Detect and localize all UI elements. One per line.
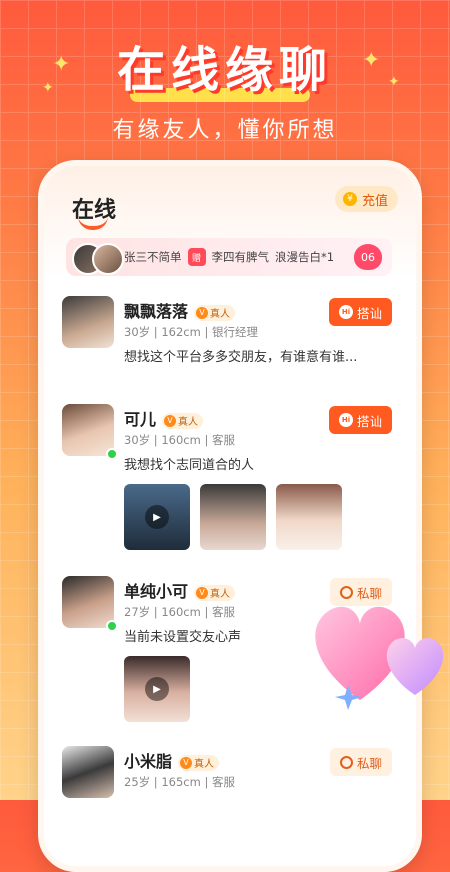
app-header: 在线 ¥ 充值 张三不简单 赠 李四有脾气 浪漫告白*1 06 (44, 166, 416, 278)
user-age: 27岁 (124, 605, 151, 619)
user-message: 我想找个志同道合的人 (124, 458, 255, 473)
coin-icon: ¥ (342, 192, 357, 206)
separator: | (204, 433, 209, 447)
user-name: 小米脂 V 真人 (124, 748, 220, 772)
user-name-text: 单纯小可 (124, 582, 189, 601)
user-name: 单纯小可 V 真人 (124, 578, 236, 602)
photo-thumbnail[interactable] (276, 484, 342, 550)
online-indicator (106, 448, 118, 460)
avatar[interactable] (62, 576, 114, 628)
user-height: 165cm (161, 775, 201, 789)
hero: 在线缘聊 有缘友人，懂你所想 (0, 30, 450, 144)
user-height: 160cm (161, 433, 201, 447)
user-name-text: 可儿 (124, 410, 157, 429)
heart-icon: 06 (354, 244, 382, 270)
verified-badge: V 真人 (178, 754, 220, 771)
verified-label: 真人 (178, 417, 199, 428)
gift-name: 浪漫告白*1 (275, 250, 335, 264)
user-name-text: 飘飘落落 (124, 302, 189, 321)
separator: | (153, 433, 158, 447)
user-message: 想找这个平台多多交朋友，有谁意有谁... (124, 350, 358, 365)
video-thumbnail[interactable]: ▶ (124, 656, 190, 722)
user-card[interactable]: 小米脂 V 真人 25岁 | 165cm | 客服 私聊 (62, 746, 392, 816)
greet-label: 搭讪 (356, 413, 382, 429)
sparkle-icon: ✦ (362, 48, 381, 73)
separator: | (153, 325, 158, 339)
greet-button[interactable]: Hi 搭讪 (328, 298, 392, 326)
hero-subtitle: 有缘友人，懂你所想 (112, 118, 338, 143)
separator: | (204, 325, 209, 339)
gift-ticker[interactable]: 张三不简单 赠 李四有脾气 浪漫告白*1 06 (66, 238, 392, 276)
verified-badge: V 真人 (194, 584, 236, 601)
user-height: 162cm (161, 325, 201, 339)
user-age: 25岁 (124, 775, 151, 789)
avatar[interactable] (62, 746, 114, 798)
user-meta: 30岁 | 162cm | 银行经理 (124, 324, 258, 340)
chat-icon (339, 755, 353, 769)
greet-label: 搭讪 (356, 305, 382, 321)
user-meta: 25岁 | 165cm | 客服 (124, 774, 235, 790)
phone-frame: 在线 ¥ 充值 张三不简单 赠 李四有脾气 浪漫告白*1 06 飘飘落落 V 真人 … (38, 160, 422, 872)
play-icon[interactable]: ▶ (145, 677, 169, 701)
online-indicator (106, 620, 118, 632)
photo-thumbnail[interactable] (200, 484, 266, 550)
sparkle-icon: ✦ (388, 74, 400, 90)
sparkle-icon: ✦ (42, 80, 54, 96)
user-job: 客服 (212, 605, 235, 619)
user-meta: 30岁 | 160cm | 客服 (124, 432, 235, 448)
recharge-label: 充值 (361, 193, 388, 209)
receiver-name: 李四有脾气 (211, 250, 270, 264)
user-name: 飘飘落落 V 真人 (124, 298, 236, 322)
verified-label: 真人 (210, 309, 231, 320)
user-age: 30岁 (124, 325, 151, 339)
user-age: 30岁 (124, 433, 151, 447)
chat-label: 私聊 (356, 755, 382, 771)
sender-name: 张三不简单 (124, 250, 182, 264)
greet-button[interactable]: Hi 搭讪 (328, 406, 392, 434)
avatar[interactable] (62, 404, 114, 456)
user-card[interactable]: 飘飘落落 V 真人 30岁 | 162cm | 银行经理 想找这个平台多多交朋友，有… (62, 296, 392, 386)
verified-badge: V 真人 (162, 412, 204, 429)
verified-label: 真人 (194, 759, 215, 770)
brand-smile-icon (78, 216, 108, 230)
verified-badge: V 真人 (194, 304, 236, 321)
sparkle-icon: ✦ (52, 52, 71, 77)
verified-icon: V (196, 306, 209, 319)
user-height: 160cm (161, 605, 201, 619)
user-job: 银行经理 (212, 325, 258, 339)
verified-icon: V (164, 414, 177, 427)
ticker-text: 张三不简单 赠 李四有脾气 浪漫告白*1 (124, 248, 334, 266)
gift-icon: 赠 (187, 248, 206, 266)
hi-icon: Hi (338, 413, 353, 427)
private-chat-button[interactable]: 私聊 (329, 748, 392, 776)
user-job: 客服 (212, 775, 235, 789)
video-thumbnail[interactable]: ▶ (124, 484, 190, 550)
verified-label: 真人 (210, 589, 231, 600)
user-meta: 27岁 | 160cm | 客服 (124, 604, 235, 620)
user-name-text: 小米脂 (124, 752, 173, 771)
separator: | (153, 775, 158, 789)
separator: | (153, 605, 158, 619)
avatar (92, 243, 124, 275)
user-card[interactable]: 可儿 V 真人 30岁 | 160cm | 客服 我想找个志同道合的人 Hi 搭讪 ▶ (62, 404, 392, 564)
verified-icon: V (196, 586, 209, 599)
user-message: 当前未设置交友心声 (124, 630, 242, 645)
verified-icon: V (180, 756, 193, 769)
recharge-button[interactable]: ¥ 充值 (334, 186, 398, 212)
user-name: 可儿 V 真人 (124, 406, 204, 430)
user-job: 客服 (212, 433, 235, 447)
play-icon[interactable]: ▶ (145, 505, 169, 529)
heart-decoration-icon (315, 606, 444, 710)
avatar[interactable] (62, 296, 114, 348)
hi-icon: Hi (338, 305, 353, 319)
separator: | (204, 775, 209, 789)
separator: | (204, 605, 209, 619)
